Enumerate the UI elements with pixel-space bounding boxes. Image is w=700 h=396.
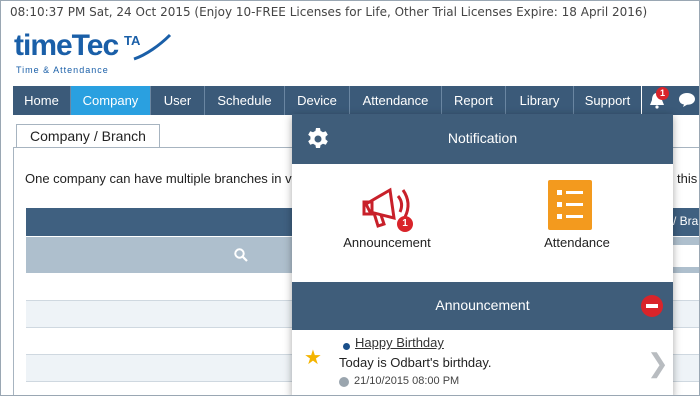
logo-tagline: Time & Attendance: [16, 65, 109, 75]
announcement-tile[interactable]: 1 Announcement: [292, 174, 482, 284]
main-nav: Home Company User Schedule Device Attend…: [13, 86, 641, 115]
search-icon[interactable]: [234, 248, 248, 262]
announcement-badge: 1: [397, 216, 413, 232]
page-description-end: this t: [677, 171, 699, 186]
logo-swoosh-icon: [133, 33, 172, 61]
announcement-item-title[interactable]: Happy Birthday: [355, 335, 444, 350]
nav-user[interactable]: User: [151, 86, 205, 115]
content-border: [13, 148, 14, 395]
unread-dot-icon: [343, 343, 350, 350]
timetec-logo[interactable]: timeTec TA Time & Attendance: [14, 29, 184, 79]
notification-header: Notification: [292, 114, 673, 164]
table-search-input[interactable]: [673, 245, 699, 267]
nav-attendance[interactable]: Attendance: [350, 86, 442, 115]
clock-icon: [339, 377, 349, 387]
app-window: 08:10:37 PM Sat, 24 Oct 2015 (Enjoy 10-F…: [0, 0, 700, 396]
announcement-label: Announcement: [343, 235, 431, 250]
logo-text: timeTec: [14, 29, 119, 62]
notification-title: Notification: [447, 130, 518, 146]
status-line: 08:10:37 PM Sat, 24 Oct 2015 (Enjoy 10-F…: [10, 5, 648, 19]
page-description: One company can have multiple branches i…: [25, 171, 292, 186]
notification-panel: Notification 1 Announcement Attendance A…: [292, 114, 673, 395]
nav-library[interactable]: Library: [506, 86, 574, 115]
collapse-icon[interactable]: [641, 295, 663, 317]
announcement-item[interactable]: ★ Happy Birthday Today is Odbart's birth…: [292, 330, 673, 395]
nav-company[interactable]: Company: [71, 86, 151, 115]
star-icon[interactable]: ★: [304, 345, 322, 370]
nav-home[interactable]: Home: [13, 86, 71, 115]
announcement-item-time: 21/10/2015 08:00 PM: [354, 375, 460, 387]
nav-schedule[interactable]: Schedule: [205, 86, 285, 115]
tab-company-branch[interactable]: Company / Branch: [16, 124, 160, 148]
chevron-right-icon[interactable]: ❯: [647, 348, 669, 379]
notification-badge: 1: [656, 87, 669, 100]
nav-icons: 1: [642, 86, 699, 115]
chat-icon[interactable]: [678, 92, 696, 108]
announcement-header: Announcement: [292, 282, 673, 330]
nav-support[interactable]: Support: [574, 86, 641, 115]
nav-device[interactable]: Device: [285, 86, 350, 115]
table-header-cell[interactable]: / Bra: [673, 214, 698, 228]
announcement-header-title: Announcement: [435, 297, 530, 313]
announcement-item-body: Today is Odbart's birthday.: [339, 355, 492, 370]
nav-report[interactable]: Report: [442, 86, 506, 115]
checklist-icon: [548, 180, 592, 230]
attendance-label: Attendance: [544, 235, 610, 250]
attendance-tile[interactable]: Attendance: [482, 174, 672, 284]
